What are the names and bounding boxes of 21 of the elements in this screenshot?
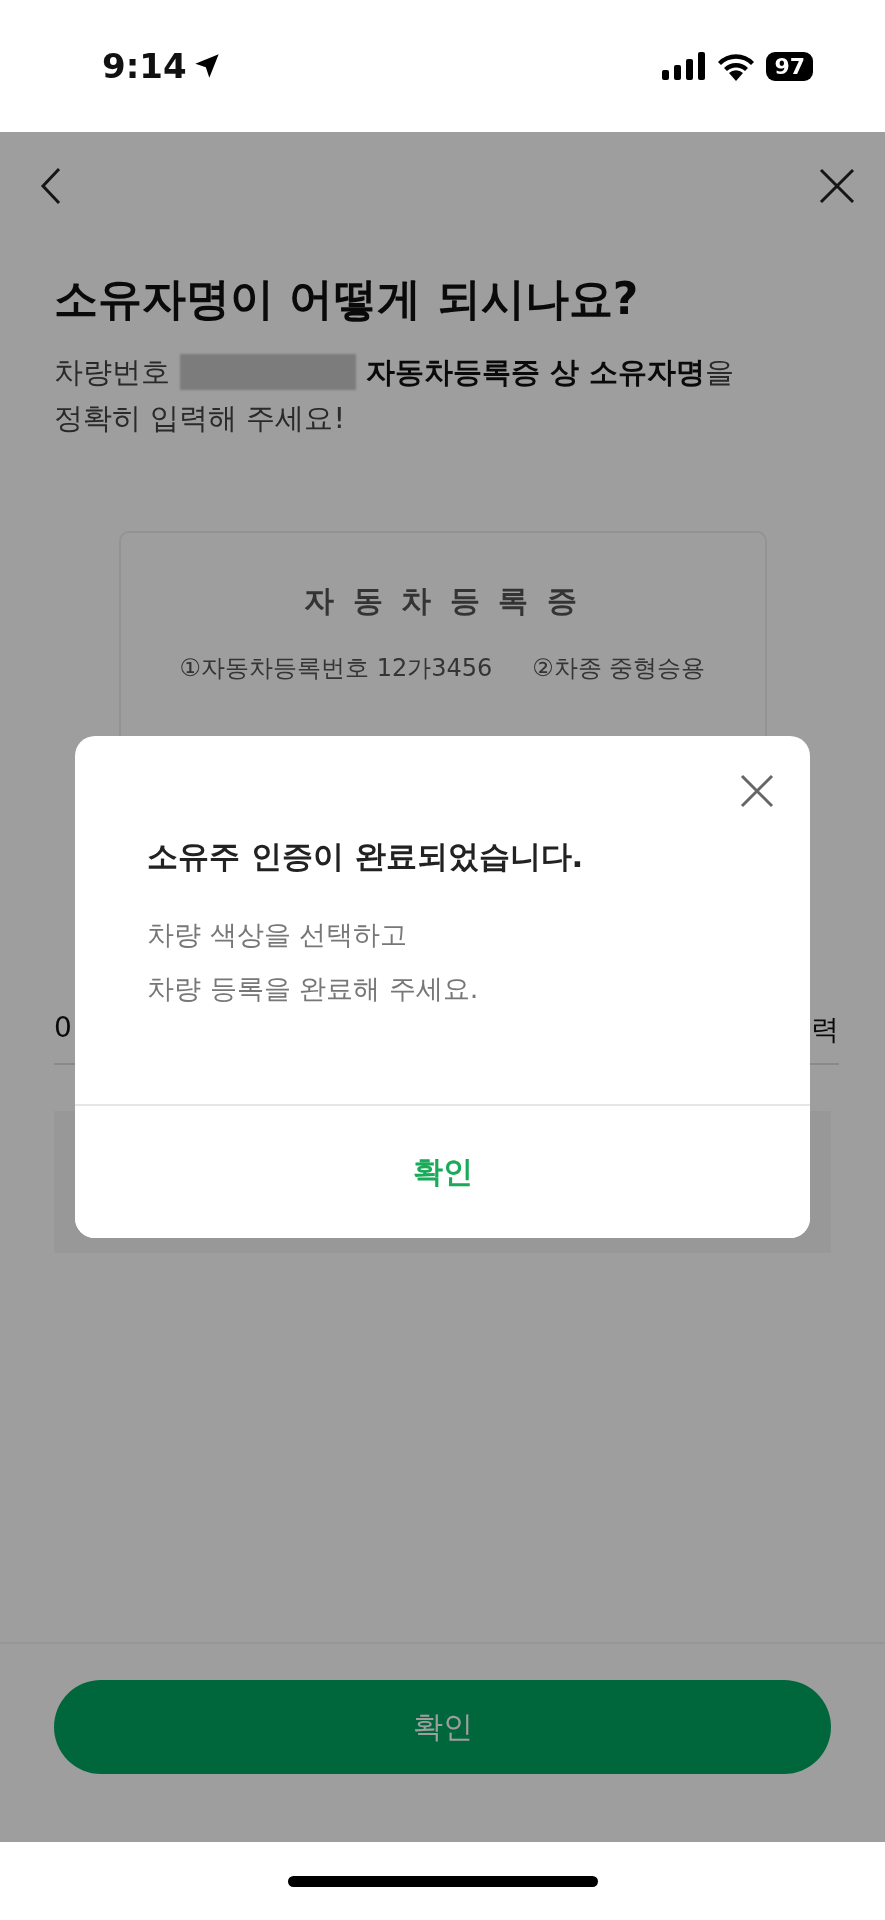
close-icon[interactable] [819, 168, 855, 204]
field-text: 0 [54, 1011, 72, 1046]
close-icon[interactable] [740, 774, 774, 808]
back-icon[interactable] [40, 166, 62, 206]
signal-icon [662, 52, 707, 80]
dialog-message: 차량 등록을 완료해 주세요. [147, 972, 480, 1006]
battery-level: 97 [766, 51, 813, 81]
field-text: 력 [811, 1012, 839, 1048]
card-heading: 자 동 차 등 록 증 [304, 582, 581, 620]
wifi-icon [716, 51, 757, 81]
page-title: 소유자명이 어떻게 되시나요? [54, 272, 640, 326]
subtitle-text: 정확히 입력해 주세요! [54, 400, 347, 437]
dialog-confirm-button[interactable]: 확인 [75, 1104, 810, 1238]
dialog-message: 차량 색상을 선택하고 [147, 918, 409, 952]
card-field: ②차종 중형승용 [532, 652, 706, 684]
status-time: 9:14 [102, 46, 187, 86]
subtitle-text: 차량번호 [54, 354, 170, 391]
dialog-title: 소유주 인증이 완료되었습니다. [147, 837, 585, 876]
subtitle-text: 자동차등록증 상 소유자명을 [366, 354, 735, 391]
confirm-button[interactable]: 확인 [54, 1680, 831, 1774]
card-field: ①자동차등록번호 12가3456 [179, 652, 493, 684]
